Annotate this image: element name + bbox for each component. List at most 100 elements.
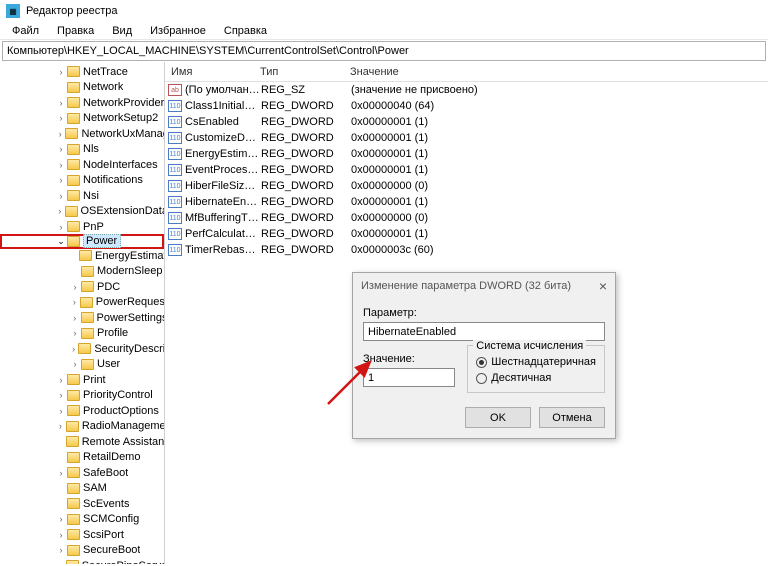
tree-label: ScEvents [83, 498, 129, 510]
tree-item-nettrace[interactable]: › NetTrace [0, 64, 164, 80]
value-row[interactable]: 110HibernateEnabledREG_DWORD0x00000001 (… [165, 194, 768, 210]
tree-item-nodeinterfaces[interactable]: ›NodeInterfaces [0, 157, 164, 173]
value-row[interactable]: 110EventProcessorE...REG_DWORD0x00000001… [165, 162, 768, 178]
tree-item-modernsleep[interactable]: ModernSleep [0, 264, 164, 280]
menu-файл[interactable]: Файл [4, 24, 47, 38]
chevron-right-icon[interactable]: › [70, 282, 80, 292]
menu-справка[interactable]: Справка [216, 24, 275, 38]
value-row[interactable]: 110PerfCalculateAc...REG_DWORD0x00000001… [165, 226, 768, 242]
radio-icon [476, 357, 487, 368]
folder-icon [67, 175, 80, 186]
tree-item-scsiport[interactable]: ›ScsiPort [0, 527, 164, 543]
chevron-right-icon[interactable]: › [56, 191, 66, 201]
value-row[interactable]: 110TimerRebaseThr...REG_DWORD0x0000003c … [165, 242, 768, 258]
value-row[interactable]: 110CustomizeDurin...REG_DWORD0x00000001 … [165, 130, 768, 146]
tree-item-user[interactable]: ›User [0, 357, 164, 373]
dialog-title: Изменение параметра DWORD (32 бита) [361, 280, 571, 292]
col-header-value[interactable]: Значение [350, 66, 768, 78]
chevron-right-icon[interactable]: › [56, 545, 66, 555]
chevron-right-icon[interactable]: › [56, 67, 66, 77]
tree-item-networksetup2[interactable]: ›NetworkSetup2 [0, 111, 164, 127]
chevron-right-icon[interactable]: › [56, 113, 66, 123]
chevron-right-icon[interactable]: › [56, 160, 66, 170]
chevron-right-icon[interactable]: › [56, 206, 64, 216]
value-row[interactable]: 110Class1InitialUnp...REG_DWORD0x0000004… [165, 98, 768, 114]
tree-item-scevents[interactable]: ScEvents [0, 496, 164, 512]
menu-избранное[interactable]: Избранное [142, 24, 214, 38]
chevron-right-icon[interactable]: › [56, 561, 65, 564]
value-row[interactable]: 110EnergyEstimationE...REG_DWORD0x000000… [165, 146, 768, 162]
tree-item-nls[interactable]: ›Nls [0, 142, 164, 158]
chevron-right-icon[interactable]: › [56, 98, 66, 108]
tree-label: SCMConfig [83, 513, 139, 525]
tree-item-pdc[interactable]: ›PDC [0, 279, 164, 295]
chevron-right-icon[interactable]: › [56, 144, 66, 154]
close-icon[interactable]: × [599, 278, 607, 294]
tree-item-securepipeservers[interactable]: ›SecurePipeServers [0, 558, 164, 564]
chevron-right-icon[interactable]: › [56, 390, 66, 400]
tree-item-scmconfig[interactable]: › SCMConfig [0, 512, 164, 528]
tree-item-power[interactable]: ⌄ Power [0, 234, 164, 250]
tree-item-sam[interactable]: SAM [0, 481, 164, 497]
tree-item-safeboot[interactable]: ›SafeBoot [0, 465, 164, 481]
chevron-right-icon[interactable]: › [56, 406, 66, 416]
tree-label: Power [83, 234, 121, 248]
tree-label: NetTrace [83, 66, 128, 78]
tree-item-secureboot[interactable]: ›SecureBoot [0, 543, 164, 559]
chevron-right-icon[interactable]: › [56, 175, 66, 185]
chevron-right-icon[interactable]: › [56, 514, 66, 524]
tree-item-productoptions[interactable]: ›ProductOptions [0, 403, 164, 419]
chevron-right-icon[interactable]: › [56, 129, 64, 139]
tree-item-nsi[interactable]: › Nsi [0, 188, 164, 204]
tree-item-retaildemo[interactable]: RetailDemo [0, 450, 164, 466]
tree-item-print[interactable]: ›Print [0, 372, 164, 388]
value-row[interactable]: 110MfBufferingThr...REG_DWORD0x00000000 … [165, 210, 768, 226]
chevron-right-icon[interactable]: › [70, 344, 77, 354]
cancel-button[interactable]: Отмена [539, 407, 605, 428]
address-bar[interactable]: Компьютер\HKEY_LOCAL_MACHINE\SYSTEM\Curr… [2, 41, 766, 61]
ok-button[interactable]: OK [465, 407, 531, 428]
chevron-right-icon[interactable]: › [56, 421, 65, 431]
col-header-type[interactable]: Тип [260, 66, 350, 78]
tree-label: Nsi [83, 190, 99, 202]
tree-item-networkuxmanager[interactable]: ›NetworkUxManager [0, 126, 164, 142]
tree-item-remote-assistance[interactable]: Remote Assistance [0, 434, 164, 450]
value-row[interactable]: 110CsEnabledREG_DWORD0x00000001 (1) [165, 114, 768, 130]
chevron-right-icon[interactable]: › [56, 468, 66, 478]
menu-правка[interactable]: Правка [49, 24, 102, 38]
tree-item-securitydescriptors[interactable]: ›SecurityDescriptors [0, 341, 164, 357]
radix-dec-option[interactable]: Десятичная [476, 370, 596, 386]
tree-item-profile[interactable]: ›Profile [0, 326, 164, 342]
tree-panel[interactable]: ›NetTraceNetwork›NetworkProvider›Network… [0, 62, 165, 564]
chevron-right-icon[interactable]: › [70, 359, 80, 369]
chevron-down-icon[interactable]: ⌄ [56, 236, 66, 247]
chevron-right-icon[interactable]: › [70, 297, 79, 307]
tree-item-prioritycontrol[interactable]: ›PriorityControl [0, 388, 164, 404]
folder-icon [67, 405, 80, 416]
tree-item-powerrequests[interactable]: ›PowerRequests [0, 295, 164, 311]
param-input[interactable] [363, 322, 605, 341]
dialog-titlebar[interactable]: Изменение параметра DWORD (32 бита) × [353, 273, 615, 299]
value-input[interactable] [363, 368, 455, 387]
folder-icon [66, 436, 79, 447]
chevron-right-icon[interactable]: › [70, 313, 80, 323]
tree-item-notifications[interactable]: ›Notifications [0, 173, 164, 189]
chevron-right-icon[interactable]: › [56, 222, 66, 232]
tree-item-radiomanagement[interactable]: ›RadioManagement [0, 419, 164, 435]
tree-item-network[interactable]: Network [0, 80, 164, 96]
chevron-right-icon[interactable]: › [56, 530, 66, 540]
radix-hex-option[interactable]: Шестнадцатеричная [476, 354, 596, 370]
reg-dword-icon: 110 [168, 212, 182, 224]
tree-item-osextensiondatabase[interactable]: ›OSExtensionDatabase [0, 204, 164, 220]
value-row[interactable]: 110HiberFileSizePer...REG_DWORD0x0000000… [165, 178, 768, 194]
chevron-right-icon[interactable]: › [56, 375, 66, 385]
tree-item-energyestimation[interactable]: EnergyEstimation [0, 248, 164, 264]
tree-item-networkprovider[interactable]: ›NetworkProvider [0, 95, 164, 111]
value-name: (По умолчанию) [185, 84, 261, 96]
chevron-right-icon[interactable]: › [70, 328, 80, 338]
value-row[interactable]: ab(По умолчанию)REG_SZ(значение не присв… [165, 82, 768, 98]
menu-вид[interactable]: Вид [104, 24, 140, 38]
tree-item-powersettings[interactable]: ›PowerSettings [0, 310, 164, 326]
col-header-name[interactable]: Имя [165, 66, 260, 78]
tree-item-pnp[interactable]: ›PnP [0, 219, 164, 235]
